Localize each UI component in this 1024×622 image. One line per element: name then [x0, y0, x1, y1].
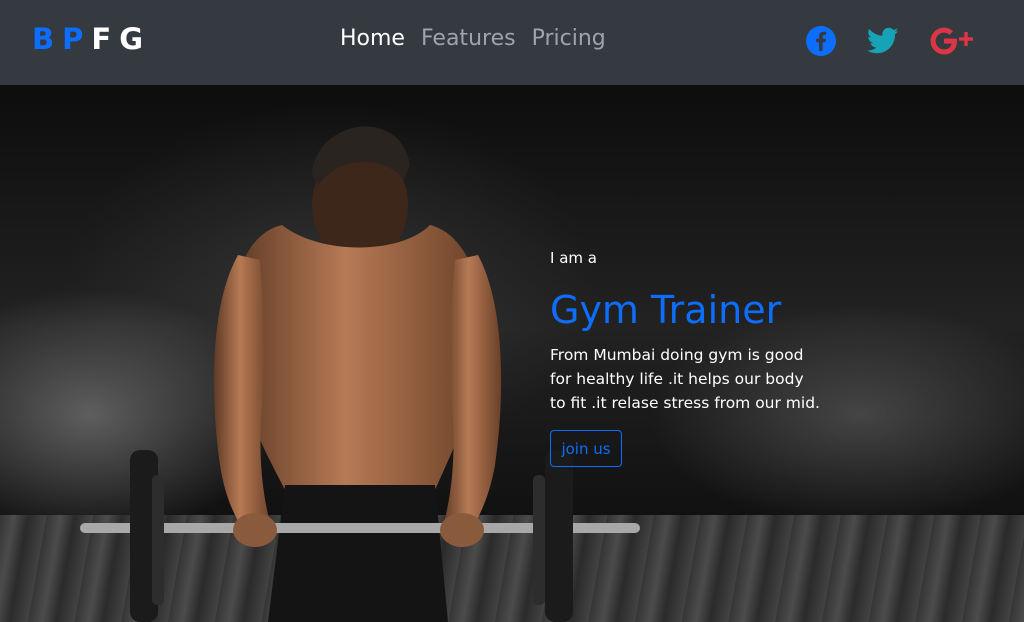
fitness-trainer-image [80, 126, 640, 622]
navbar: B P F G Home Features Pricing [0, 0, 1024, 85]
facebook-icon[interactable] [805, 22, 837, 60]
nav-link-features[interactable]: Features [421, 26, 516, 51]
google-plus-icon[interactable] [929, 22, 975, 60]
nav-links: Home Features Pricing [340, 26, 606, 51]
join-us-button[interactable]: join us [550, 430, 622, 467]
hero-eyebrow: I am a [550, 249, 597, 267]
nav-link-home[interactable]: Home [340, 26, 405, 51]
brand-logo[interactable]: B P F G [32, 22, 149, 56]
hero-section: I am a Gym Trainer From Mumbai doing gym… [0, 85, 1024, 622]
nav-link-pricing[interactable]: Pricing [532, 26, 606, 51]
brand-letter-f: F [91, 22, 118, 56]
brand-letter-g: G [119, 22, 149, 56]
brand-letter-b: B [32, 22, 61, 56]
twitter-icon[interactable] [866, 22, 900, 60]
hero-headline: Gym Trainer [550, 288, 782, 332]
brand-letter-p: P [62, 22, 90, 56]
hero-description: From Mumbai doing gym is good for health… [550, 346, 820, 412]
